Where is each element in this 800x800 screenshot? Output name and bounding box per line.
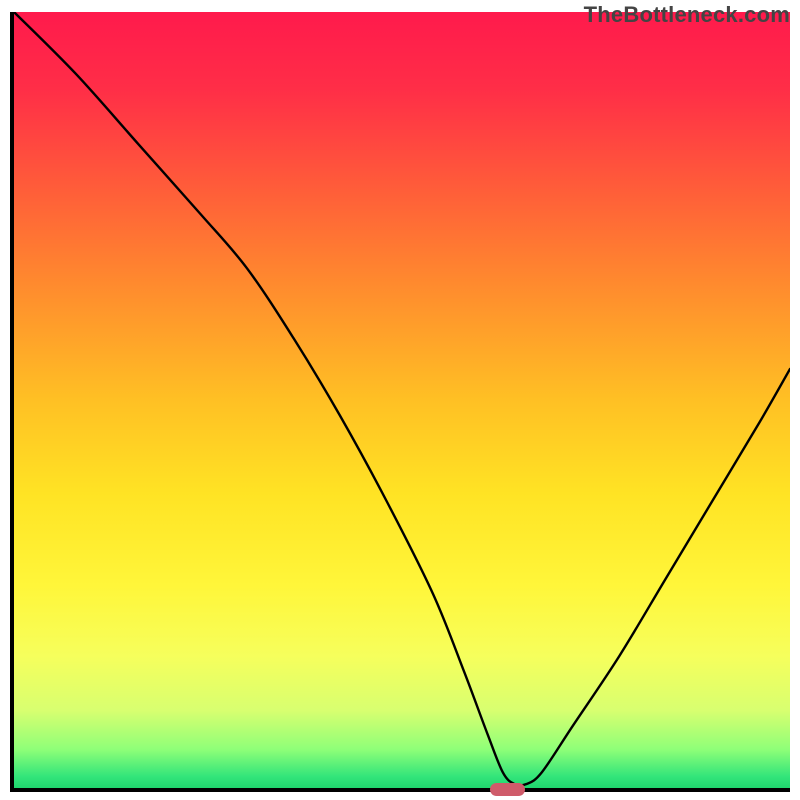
plot-svg (14, 12, 790, 788)
watermark-text: TheBottleneck.com (584, 2, 790, 28)
plot-area (10, 12, 790, 792)
gradient-background (14, 12, 790, 788)
optimal-marker (490, 783, 525, 796)
chart-container: TheBottleneck.com (0, 0, 800, 800)
